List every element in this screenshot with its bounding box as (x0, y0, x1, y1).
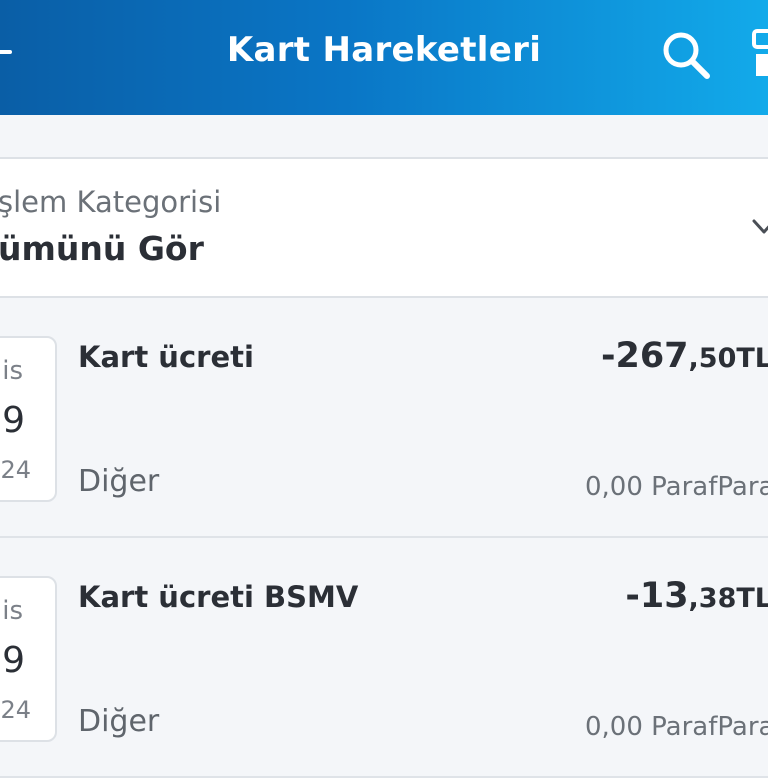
transaction-points: 0,00 ParafPara (585, 472, 768, 502)
transaction-points: 0,00 ParafPara (585, 712, 768, 742)
transaction-row[interactable]: is 19 024 Kart ücreti -267,50TL Diğer 0,… (0, 300, 768, 538)
date-year: 024 (0, 696, 31, 724)
transaction-category: Diğer (78, 704, 160, 739)
transaction-title: Kart ücreti BSMV (78, 580, 359, 614)
date-month: is (2, 356, 23, 386)
date-card: is 19 024 (0, 336, 57, 502)
date-card: is 19 024 (0, 576, 57, 742)
filter-value: ümünü Gör (0, 229, 204, 268)
transaction-category: Diğer (78, 464, 160, 499)
filter-label: şlem Kategorisi (0, 185, 222, 219)
transaction-amount: -267,50TL (601, 336, 768, 376)
amount-integer: -267 (600, 336, 689, 376)
amount-integer: -13 (625, 576, 689, 616)
transaction-amount: -13,38TL (625, 576, 768, 616)
date-day: 19 (0, 400, 25, 441)
search-icon[interactable] (658, 27, 712, 81)
amount-decimal: ,38TL (688, 583, 768, 614)
amount-decimal: ,50TL (688, 343, 768, 374)
transaction-row[interactable]: is 19 024 Kart ücreti BSMV -13,38TL Diğe… (0, 540, 768, 778)
date-month: is (2, 596, 23, 626)
parafpara-icon[interactable] (748, 28, 768, 80)
chevron-down-icon[interactable] (752, 218, 768, 238)
date-year: 024 (0, 456, 31, 484)
page-title: Kart Hareketleri (226, 30, 542, 70)
app-header: Kart Hareketleri (0, 0, 768, 115)
transaction-title: Kart ücreti (78, 340, 254, 374)
date-day: 19 (0, 640, 25, 681)
category-filter[interactable]: şlem Kategorisi ümünü Gör (0, 157, 768, 298)
